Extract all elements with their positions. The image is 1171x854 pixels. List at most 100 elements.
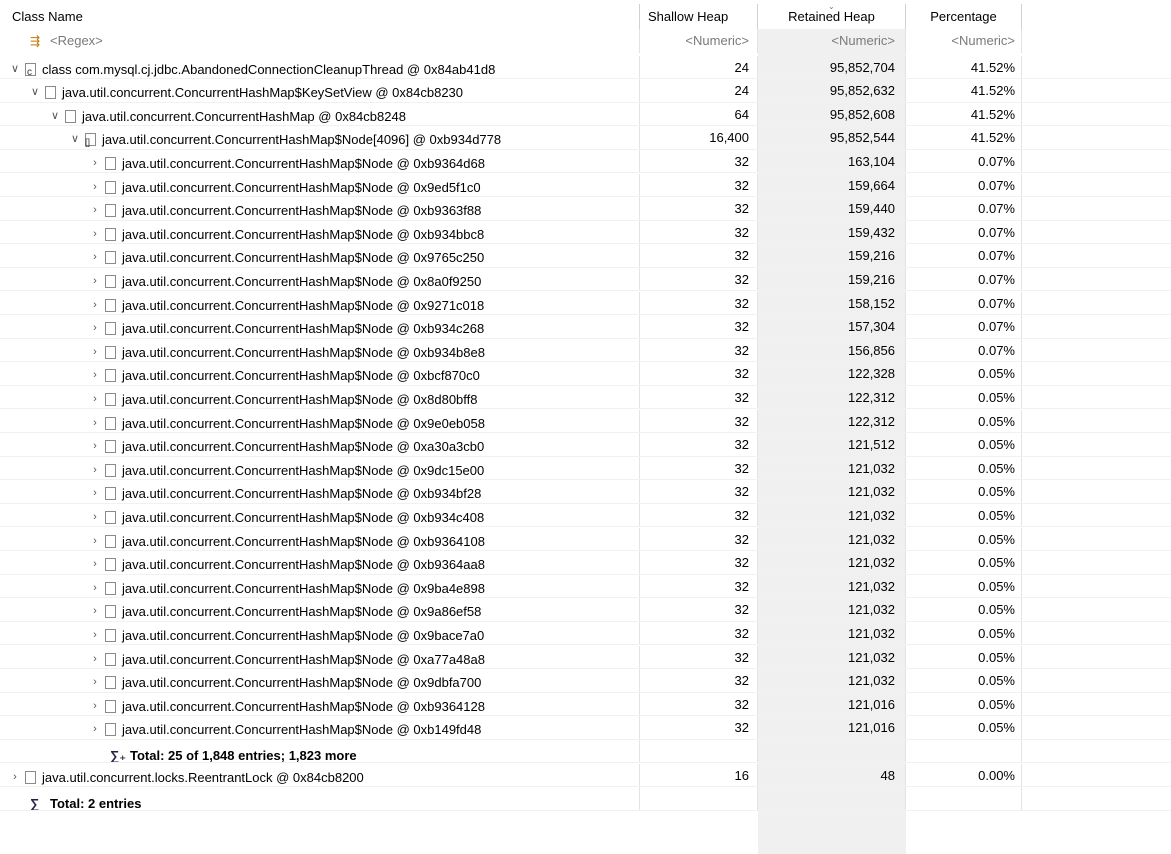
class-name-cell: › java.util.concurrent.ConcurrentHashMap$…: [8, 551, 640, 574]
tree-row[interactable]: › java.util.concurrent.ConcurrentHashMap$…: [0, 598, 1171, 622]
column-header-percentage[interactable]: Percentage: [906, 4, 1022, 29]
collapse-chevron-icon[interactable]: ∨: [28, 81, 42, 102]
retained-heap-cell: 159,432: [758, 220, 906, 244]
expand-chevron-icon[interactable]: ›: [88, 176, 102, 197]
total-label[interactable]: Total: 25 of 1,848 entries; 1,823 more: [130, 744, 357, 762]
expand-chevron-icon[interactable]: ›: [88, 270, 102, 291]
tree-node-label: ∨ java.util.concurrent.ConcurrentHashMap$…: [8, 81, 463, 102]
tree-row[interactable]: › java.util.concurrent.ConcurrentHashMap$…: [0, 197, 1171, 221]
expand-chevron-icon[interactable]: ›: [88, 223, 102, 244]
tree-row[interactable]: › java.util.concurrent.ConcurrentHashMap$…: [0, 527, 1171, 551]
expand-chevron-icon[interactable]: ›: [88, 624, 102, 645]
object-icon: [25, 770, 36, 784]
expand-chevron-icon[interactable]: ›: [88, 459, 102, 480]
expand-chevron-icon[interactable]: ›: [88, 695, 102, 716]
expand-chevron-icon[interactable]: ›: [88, 152, 102, 173]
shallow-heap-cell: 32: [640, 173, 758, 196]
tree-row[interactable]: › java.util.concurrent.ConcurrentHashMap$…: [0, 385, 1171, 410]
tree-row[interactable]: › java.util.concurrent.ConcurrentHashMap$…: [0, 315, 1171, 339]
expand-chevron-icon[interactable]: ›: [88, 199, 102, 220]
class-name-cell: › java.util.concurrent.ConcurrentHashMap$…: [8, 645, 640, 669]
object-name: java.util.concurrent.ConcurrentHashMap$N…: [122, 391, 478, 407]
tree-row[interactable]: › java.util.concurrent.ConcurrentHashMap$…: [0, 669, 1171, 693]
object-icon: [105, 274, 116, 288]
expand-chevron-icon[interactable]: ›: [88, 506, 102, 527]
tree-node-label: › java.util.concurrent.ConcurrentHashMap$…: [8, 199, 481, 220]
object-name: java.util.concurrent.ConcurrentHashMap$N…: [122, 533, 485, 549]
column-header-class-name[interactable]: Class Name: [8, 4, 640, 29]
tree-row[interactable]: › java.util.concurrent.ConcurrentHashMap$…: [0, 716, 1171, 740]
expand-chevron-icon[interactable]: ›: [88, 412, 102, 433]
tree-row[interactable]: › java.util.concurrent.ConcurrentHashMap$…: [0, 503, 1171, 528]
expand-chevron-icon[interactable]: ›: [88, 364, 102, 385]
tree-node-label: ∨ java.util.concurrent.ConcurrentHashMap …: [8, 105, 406, 126]
class-name-cell: › java.util.concurrent.ConcurrentHashMap$…: [8, 244, 640, 267]
filter-class-name[interactable]: ⇶ <Regex>: [8, 29, 640, 53]
expand-chevron-icon[interactable]: ›: [88, 648, 102, 669]
tree-row[interactable]: › java.util.concurrent.ConcurrentHashMap$…: [0, 220, 1171, 245]
filter-retained-heap[interactable]: <Numeric>: [758, 29, 906, 53]
retained-heap-cell: 121,032: [758, 621, 906, 645]
tree-row[interactable]: › java.util.concurrent.ConcurrentHashMap$…: [0, 362, 1171, 386]
tree-row[interactable]: › java.util.concurrent.ConcurrentHashMap$…: [0, 480, 1171, 504]
retained-heap-cell: 121,032: [758, 551, 906, 574]
expand-chevron-icon[interactable]: ›: [88, 294, 102, 315]
tree-row[interactable]: › java.util.concurrent.ConcurrentHashMap$…: [0, 409, 1171, 433]
tree-row[interactable]: ∨ java.util.concurrent.ConcurrentHashMap$…: [0, 79, 1171, 103]
column-header-shallow-heap[interactable]: Shallow Heap: [640, 4, 758, 29]
tree-row[interactable]: ∨ java.util.concurrent.ConcurrentHashMap …: [0, 102, 1171, 127]
tree-row[interactable]: ∨ java.util.concurrent.ConcurrentHashMap$…: [0, 126, 1171, 150]
percentage-cell: 0.05%: [906, 645, 1022, 668]
expand-chevron-icon[interactable]: ›: [88, 435, 102, 456]
tree-node-label: › java.util.concurrent.ConcurrentHashMap$…: [8, 294, 484, 315]
expand-chevron-icon[interactable]: ›: [88, 482, 102, 503]
tree-row[interactable]: › java.util.concurrent.ConcurrentHashMap$…: [0, 456, 1171, 481]
tree-row[interactable]: › java.util.concurrent.ConcurrentHashMap$…: [0, 433, 1171, 457]
expand-chevron-icon[interactable]: ›: [88, 388, 102, 409]
class-name-cell: › java.util.concurrent.ConcurrentHashMap$…: [8, 315, 640, 338]
column-header-retained-heap[interactable]: ⌄ Retained Heap: [758, 4, 906, 29]
object-icon: [105, 322, 116, 336]
object-name: java.util.concurrent.ConcurrentHashMap$N…: [102, 132, 502, 148]
tree-row[interactable]: › java.util.concurrent.ConcurrentHashMap$…: [0, 267, 1171, 292]
tree-row[interactable]: › java.util.concurrent.ConcurrentHashMap$…: [0, 244, 1171, 268]
tree-row[interactable]: ∨ class com.mysql.cj.jdbc.AbandonedConnec…: [0, 55, 1171, 79]
expand-chevron-icon[interactable]: ›: [88, 317, 102, 338]
tree-row[interactable]: › java.util.concurrent.ConcurrentHashMap$…: [0, 692, 1171, 717]
object-name: java.util.concurrent.ConcurrentHashMap$N…: [122, 344, 485, 360]
tree-row[interactable]: › java.util.concurrent.ConcurrentHashMap$…: [0, 149, 1171, 174]
retained-heap-cell: 158,152: [758, 291, 906, 314]
expand-chevron-icon[interactable]: ›: [88, 530, 102, 551]
expand-chevron-icon[interactable]: ›: [88, 577, 102, 598]
tree-row[interactable]: › java.util.concurrent.ConcurrentHashMap$…: [0, 338, 1171, 363]
filter-percentage[interactable]: <Numeric>: [906, 29, 1022, 53]
collapse-chevron-icon[interactable]: ∨: [68, 128, 82, 149]
class-name-cell: › java.util.concurrent.ConcurrentHashMap$…: [8, 716, 640, 739]
expand-chevron-icon[interactable]: ›: [88, 553, 102, 574]
expand-chevron-icon[interactable]: ›: [8, 766, 22, 787]
tree-row[interactable]: › java.util.concurrent.ConcurrentHashMap$…: [0, 621, 1171, 646]
tree-row[interactable]: › java.util.concurrent.locks.ReentrantLoc…: [0, 763, 1171, 787]
filter-shallow-heap[interactable]: <Numeric>: [640, 29, 758, 53]
tree-row[interactable]: › java.util.concurrent.ConcurrentHashMap$…: [0, 574, 1171, 599]
object-icon: [105, 369, 116, 383]
object-icon: [105, 723, 116, 737]
shallow-heap-cell: 32: [640, 315, 758, 338]
collapse-chevron-icon[interactable]: ∨: [48, 105, 62, 126]
collapse-chevron-icon[interactable]: ∨: [8, 58, 22, 79]
tree-row[interactable]: › java.util.concurrent.ConcurrentHashMap$…: [0, 173, 1171, 197]
tree-row[interactable]: › java.util.concurrent.ConcurrentHashMap$…: [0, 291, 1171, 315]
total-row[interactable]: ∑ Total: 2 entries: [0, 787, 1171, 811]
expand-chevron-icon[interactable]: ›: [88, 246, 102, 267]
tree-row[interactable]: › java.util.concurrent.ConcurrentHashMap$…: [0, 551, 1171, 575]
tree-node-label: › java.util.concurrent.ConcurrentHashMap$…: [8, 435, 484, 456]
shallow-heap-cell: 16: [640, 763, 758, 786]
expand-chevron-icon[interactable]: ›: [88, 600, 102, 621]
total-row[interactable]: ∑₊ Total: 25 of 1,848 entries; 1,823 more: [0, 739, 1171, 764]
shallow-heap-cell: 24: [640, 55, 758, 78]
expand-chevron-icon[interactable]: ›: [88, 341, 102, 362]
tree-row[interactable]: › java.util.concurrent.ConcurrentHashMap$…: [0, 645, 1171, 669]
expand-chevron-icon[interactable]: ›: [88, 671, 102, 692]
retained-heap-cell: 122,312: [758, 409, 906, 432]
expand-chevron-icon[interactable]: ›: [88, 718, 102, 739]
